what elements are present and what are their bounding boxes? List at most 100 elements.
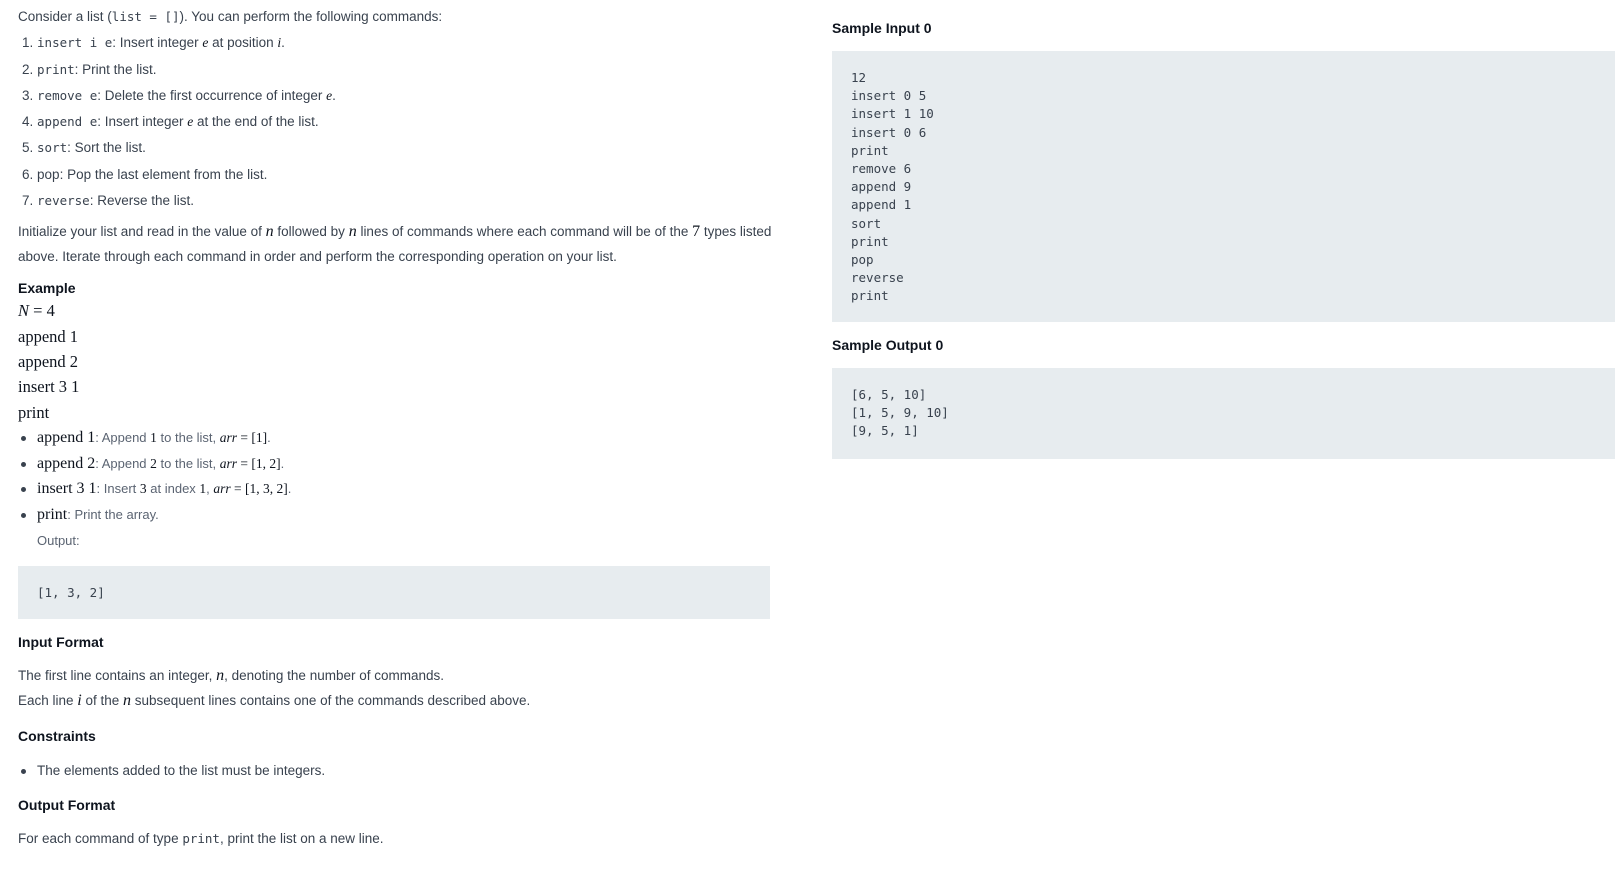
math-num: 7 [692, 223, 701, 240]
math-var: n [216, 667, 225, 684]
bullet-term: append 2 [37, 455, 96, 472]
constraint-item: The elements added to the list must be i… [18, 762, 778, 782]
text: , denoting the number of commands. [224, 668, 445, 683]
command-item: 1. insert i e: Insert integer e at posit… [22, 34, 285, 52]
text: types listed [700, 224, 772, 239]
command-number: 6. [22, 167, 34, 182]
intro-before: Consider a list ( [18, 9, 112, 24]
math-value: = [1, 2] [237, 456, 281, 471]
example-output-code-block: [1, 3, 2] [18, 566, 770, 619]
command-desc: : Insert integer [97, 114, 188, 129]
command-desc: : Reverse the list. [89, 193, 195, 208]
command-item: 6. pop: Pop the last element from the li… [22, 166, 267, 184]
example-bullet: print: Print the array. [18, 506, 778, 526]
input-format-line-2: Each line i of the n subsequent lines co… [18, 692, 530, 710]
output-format-heading: Output Format [18, 797, 116, 813]
bullet-dot [21, 462, 26, 467]
bullet-desc: to the list, [156, 430, 220, 445]
command-code: print [37, 62, 75, 77]
intro-after: ). You can perform the following command… [179, 9, 443, 24]
sample-output-heading: Sample Output 0 [832, 337, 944, 353]
bullet-desc: : Print the array. [67, 507, 159, 522]
intro-code: list = [] [111, 9, 180, 24]
command-desc: : Insert integer [112, 35, 203, 50]
input-format-line-1: The first line contains an integer, n, d… [18, 667, 444, 685]
init-paragraph-line-2: above. Iterate through each command in o… [18, 249, 617, 264]
text: followed by [273, 224, 349, 239]
inline-code: print [182, 831, 220, 846]
command-code: append e [37, 114, 98, 129]
example-n: N = 4 [18, 302, 55, 320]
example-bullet: insert 3 1: Insert 3 at index 1, arr = [… [18, 480, 778, 500]
command-number: 1. [22, 35, 34, 50]
bullet-text: print: Print the array. [37, 506, 159, 524]
command-item: 7. reverse: Reverse the list. [22, 192, 194, 210]
command-item: 3. remove e: Delete the first occurrence… [22, 87, 336, 105]
text: , print the list on a new line. [219, 831, 384, 846]
text: subsequent lines contains one of the com… [131, 693, 531, 708]
math-value: = [1] [237, 430, 268, 445]
example-heading: Example [18, 280, 76, 296]
command-number: 4. [22, 114, 34, 129]
command-desc: : Delete the first occurrence of integer [97, 88, 327, 103]
math-var: arr [219, 430, 238, 445]
example-bullet: append 2: Append 2 to the list, arr = [1… [18, 455, 778, 475]
bullet-desc: : Append [95, 456, 151, 471]
command-code: remove e [37, 88, 98, 103]
text: Initialize your list and read in the val… [18, 224, 266, 239]
example-line: print [18, 403, 50, 422]
text: For each command of type [18, 831, 183, 846]
math-var: n [348, 223, 357, 240]
command-code: reverse [37, 193, 90, 208]
command-number: 7. [22, 193, 34, 208]
command-number: 2. [22, 62, 34, 77]
math-var: n [123, 692, 132, 709]
constraint-text: The elements added to the list must be i… [37, 763, 326, 778]
example-line: append 1 [18, 327, 79, 346]
math-num: 1 [150, 430, 157, 445]
command-desc: : Print the list. [74, 62, 157, 77]
bullet-dot [21, 487, 26, 492]
constraints-heading: Constraints [18, 728, 96, 744]
command-code: insert i e [37, 35, 113, 50]
command-code: pop [37, 167, 60, 182]
bullet-desc: . [280, 456, 285, 471]
math-num: 3 [139, 481, 147, 496]
text: The first line contains an integer, [18, 668, 217, 683]
math-num: 2 [150, 456, 157, 471]
command-code: sort [37, 140, 68, 155]
bullet-dot [21, 513, 26, 518]
bullet-desc: to the list, [156, 456, 220, 471]
example-bullet: append 1: Append 1 to the list, arr = [1… [18, 429, 778, 449]
output-format-text: For each command of type print, print th… [18, 830, 384, 848]
bullet-dot [21, 436, 26, 441]
bullet-dot [21, 769, 26, 774]
command-desc: : Pop the last element from the list. [59, 167, 268, 182]
bullet-desc: : Insert [96, 481, 140, 496]
example-line: insert 3 1 [18, 377, 80, 396]
bullet-text: append 2: Append 2 to the list, arr = [1… [37, 455, 284, 473]
bullet-text: insert 3 1: Insert 3 at index 1, arr = [… [37, 480, 291, 498]
command-item: 5. sort: Sort the list. [22, 139, 146, 157]
command-number: 5. [22, 140, 34, 155]
output-label: Output: [37, 533, 80, 548]
bullet-text: append 1: Append 1 to the list, arr = [1… [37, 429, 271, 447]
example-output-code: [1, 3, 2] [37, 585, 105, 600]
bullet-term: append 1 [37, 429, 96, 446]
text: lines of commands where each command wil… [356, 224, 693, 239]
text: Each line [18, 693, 78, 708]
command-desc: at position [208, 35, 278, 50]
math-value: = 4 [29, 301, 55, 320]
command-number: 3. [22, 88, 34, 103]
math-var: n [265, 223, 274, 240]
command-desc: : Sort the list. [67, 140, 146, 155]
sample-input-heading: Sample Input 0 [832, 20, 932, 36]
sample-output-code: [6, 5, 10] [1, 5, 9, 10] [9, 5, 1] [851, 387, 949, 438]
input-format-heading: Input Format [18, 634, 104, 650]
bullet-term: insert 3 1 [37, 480, 97, 497]
command-desc: . [281, 35, 285, 50]
command-desc: at the end of the list. [193, 114, 319, 129]
math-value: = [1, 3, 2] [230, 481, 288, 496]
math-var: arr [219, 456, 238, 471]
math-var: N [18, 301, 30, 320]
